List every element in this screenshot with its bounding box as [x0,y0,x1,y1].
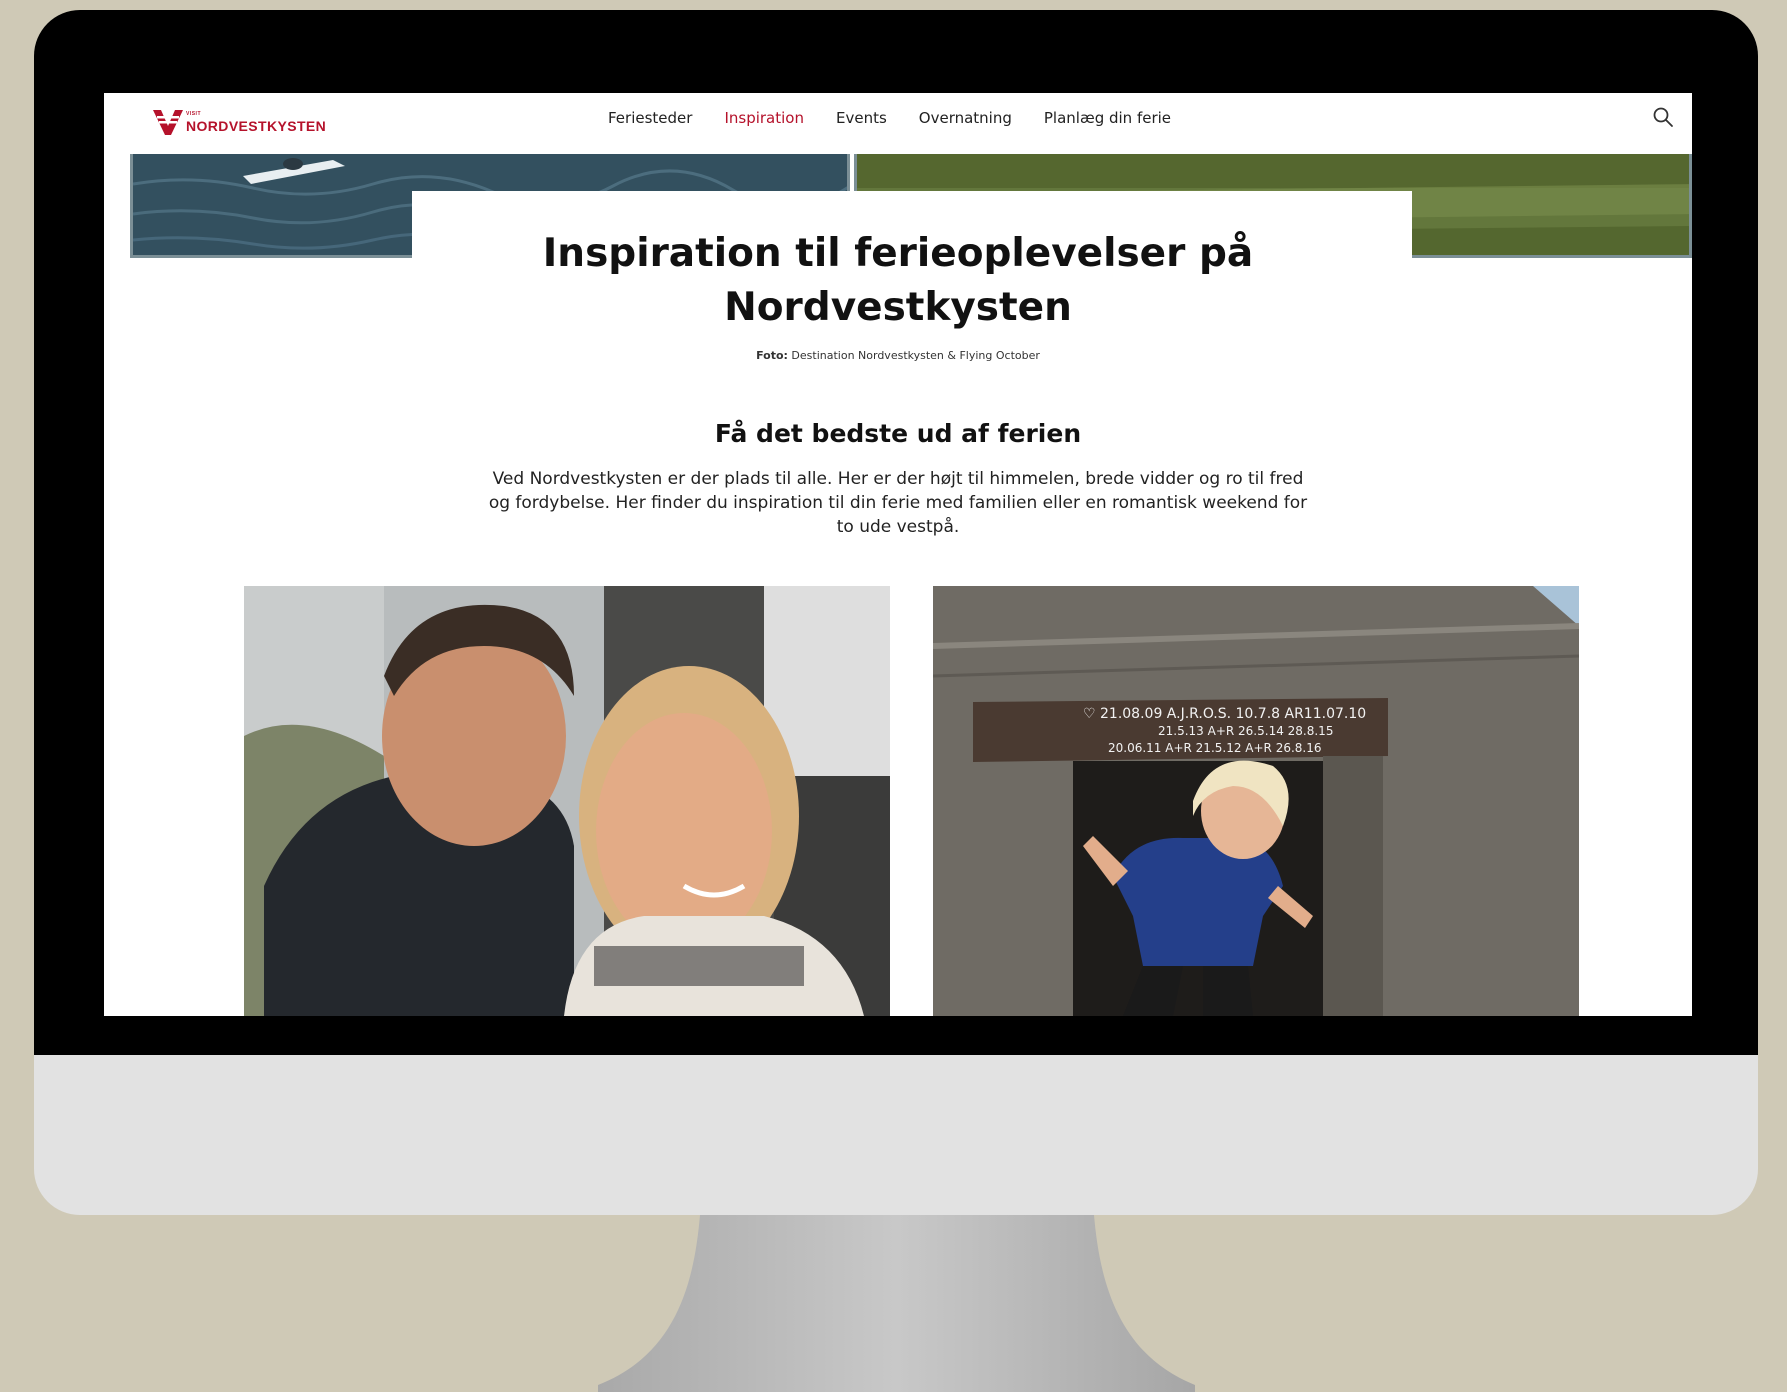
photo-couple[interactable] [244,586,890,1016]
photo-bunker-girl[interactable]: ♡ 21.08.09 A.J.R.O.S. 10.7.8 AR11.07.10 … [933,586,1579,1016]
top-navbar: VISIT NORDVESTKYSTEN Feriesteder Inspira… [104,93,1692,154]
logo-text: NORDVESTKYSTEN [186,117,327,134]
main-nav: Feriesteder Inspiration Events Overnatni… [608,109,1203,127]
photo-credit-text: Destination Nordvestkysten & Flying Octo… [791,349,1040,362]
nav-item-overnatning[interactable]: Overnatning [919,109,1012,127]
photo-credit: Foto: Destination Nordvestkysten & Flyin… [104,349,1692,362]
photo-credit-label: Foto: [756,349,788,362]
intro-text: Ved Nordvestkysten er der plads til alle… [488,469,1308,537]
site-logo[interactable]: VISIT NORDVESTKYSTEN [152,107,326,137]
nav-item-inspiration[interactable]: Inspiration [724,109,804,127]
page-title-line-1: Inspiration til ferieoplevelser på [542,231,1254,276]
nav-item-feriesteder[interactable]: Feriesteder [608,109,692,127]
logo-v-icon [153,110,183,135]
page-title-line-2: Nordvestkysten [724,285,1072,330]
search-icon[interactable] [1652,106,1674,128]
sign-line-2: 21.5.13 A+R 26.5.14 28.8.15 [1158,724,1333,738]
browser-screen: VISIT NORDVESTKYSTEN Feriesteder Inspira… [104,93,1692,1016]
nav-item-planlaeg-din-ferie[interactable]: Planlæg din ferie [1044,109,1171,127]
sign-line-3: 20.06.11 A+R 21.5.12 A+R 26.8.16 [1108,741,1322,755]
logo-small-text: VISIT [186,110,202,117]
sign-line-1: ♡ 21.08.09 A.J.R.O.S. 10.7.8 AR11.07.10 [1083,706,1366,722]
nav-item-events[interactable]: Events [836,109,887,127]
monitor-stand [0,1215,1787,1392]
section-heading: Få det bedste ud af ferien [714,419,1082,448]
monitor-chin [34,1055,1758,1215]
page-title: Inspiration til ferieoplevelser på Nordv… [104,227,1692,335]
